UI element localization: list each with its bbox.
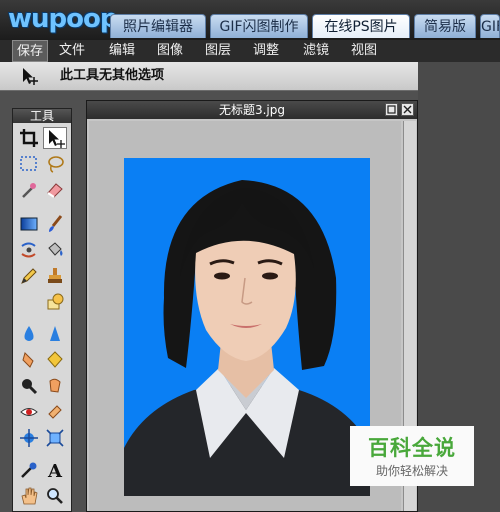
- gradient-rectangle-icon[interactable]: [17, 213, 41, 235]
- close-icon: [403, 105, 412, 114]
- lasso-icon[interactable]: [43, 153, 67, 175]
- menu-edit[interactable]: 编辑: [104, 40, 140, 62]
- hand-icon[interactable]: [17, 485, 41, 507]
- brush-icon[interactable]: [43, 213, 67, 235]
- menu-bar: 保存 文件 编辑 图像 图层 调整 滤镜 视图: [0, 40, 500, 63]
- move-tool-icon: [23, 68, 38, 85]
- document-titlebar[interactable]: 无标题3.jpg: [87, 101, 417, 119]
- tab-gif[interactable]: GIF: [480, 14, 500, 38]
- menu-view[interactable]: 视图: [346, 40, 382, 62]
- eraser-icon[interactable]: [43, 179, 67, 201]
- red-eye-icon[interactable]: [17, 401, 41, 423]
- menu-save[interactable]: 保存: [12, 40, 48, 62]
- tab-online-ps[interactable]: 在线PS图片: [312, 14, 410, 38]
- magnifier-icon[interactable]: [43, 485, 67, 507]
- options-bar-text: 此工具无其他选项: [60, 68, 165, 83]
- paint-bucket-icon[interactable]: [43, 239, 67, 261]
- menu-filter[interactable]: 滤镜: [298, 40, 334, 62]
- svg-text:A: A: [47, 461, 63, 480]
- watermark-subtitle: 助你轻松解决: [375, 464, 448, 478]
- tab-gif-maker[interactable]: GIF闪图制作: [210, 14, 308, 38]
- sponge-icon[interactable]: [43, 349, 67, 371]
- site-logo[interactable]: wupoop: [8, 2, 118, 36]
- menu-file[interactable]: 文件: [54, 40, 90, 62]
- menu-adjust[interactable]: 调整: [248, 40, 284, 62]
- watermark-title: 百科全说: [368, 436, 456, 460]
- clone-stamp-icon[interactable]: [43, 265, 67, 287]
- maximize-icon: [387, 105, 396, 114]
- crop-icon[interactable]: [17, 127, 41, 149]
- blur-drop-icon[interactable]: [17, 323, 41, 345]
- marquee-select-icon[interactable]: [17, 153, 41, 175]
- tab-simple-version[interactable]: 简易版: [414, 14, 476, 38]
- document-title: 无标题3.jpg: [218, 103, 286, 117]
- zoom-icon[interactable]: [17, 375, 41, 397]
- resize-icon[interactable]: [43, 427, 67, 449]
- pencil-icon[interactable]: [17, 265, 41, 287]
- transform-icon[interactable]: [17, 427, 41, 449]
- text-icon[interactable]: A: [43, 459, 67, 481]
- menu-image[interactable]: 图像: [152, 40, 188, 62]
- smudge-icon[interactable]: [17, 349, 41, 371]
- magic-wand-icon[interactable]: [17, 179, 41, 201]
- tools-panel: 工具 A: [12, 108, 72, 512]
- shape-icon[interactable]: [43, 291, 67, 313]
- top-bar: wupoop 照片编辑器 GIF闪图制作 在线PS图片 简易版 GIF: [0, 0, 500, 40]
- menu-layer[interactable]: 图层: [200, 40, 236, 62]
- sharpen-icon[interactable]: [43, 323, 67, 345]
- watermark-badge: 百科全说 助你轻松解决: [350, 426, 474, 486]
- color-picker-icon[interactable]: [17, 459, 41, 481]
- color-replace-icon[interactable]: [17, 239, 41, 261]
- portrait-photo: [124, 158, 370, 496]
- tab-photo-editor[interactable]: 照片编辑器: [110, 14, 206, 38]
- burn-icon[interactable]: [43, 375, 67, 397]
- close-button[interactable]: [401, 103, 414, 116]
- maximize-button[interactable]: [385, 103, 398, 116]
- move-arrow-icon[interactable]: [43, 127, 67, 149]
- tools-panel-title: 工具: [13, 109, 71, 123]
- dodge-icon[interactable]: [43, 401, 67, 423]
